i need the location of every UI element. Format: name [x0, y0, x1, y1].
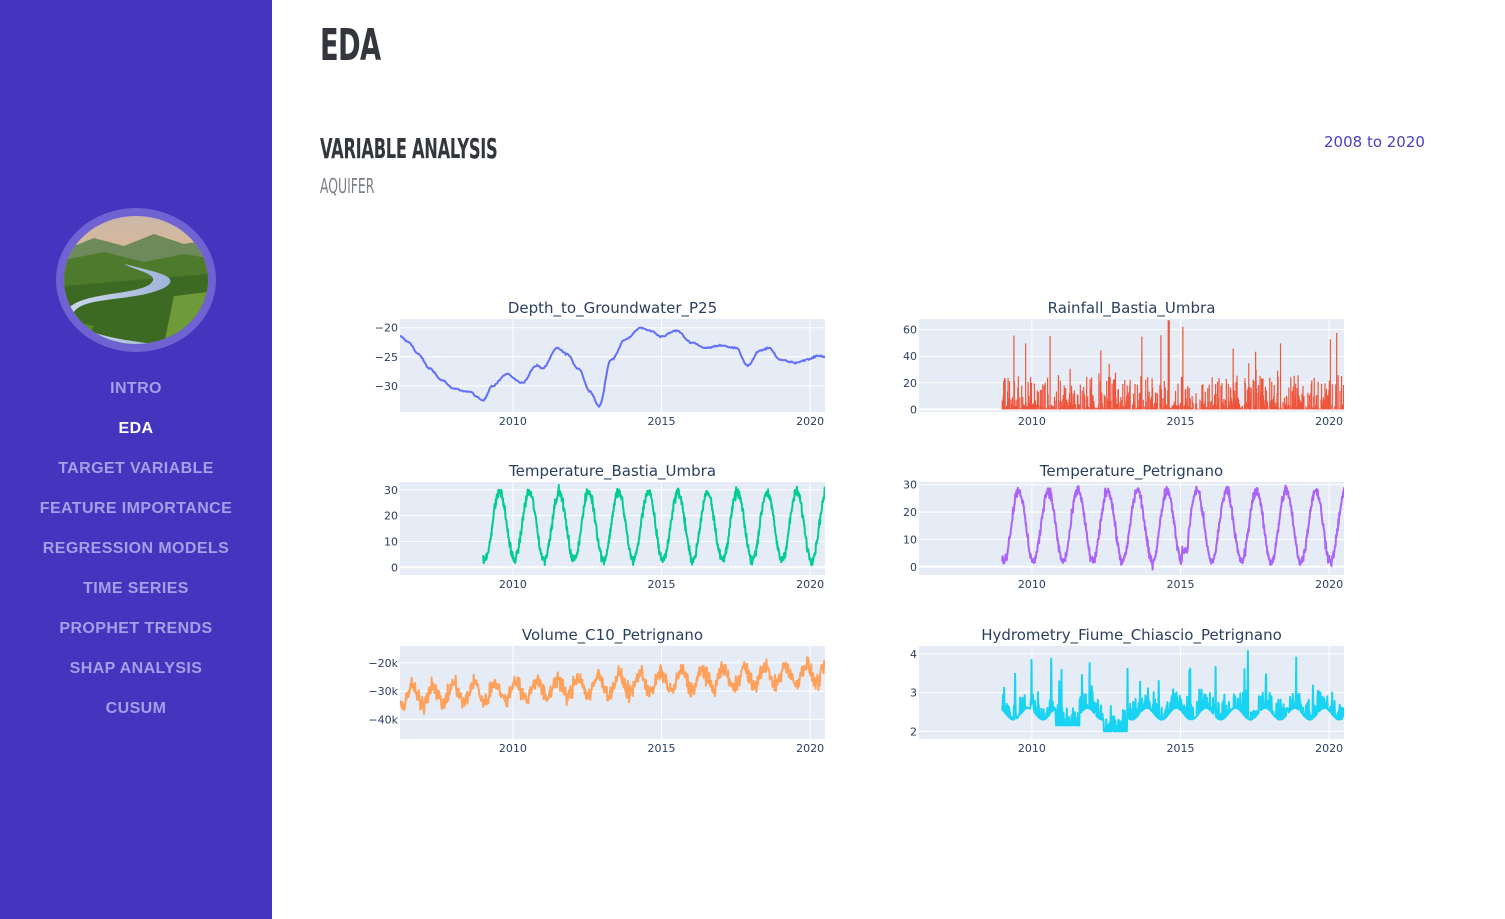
y-tick-label: 30 — [903, 479, 917, 492]
x-tick-label: 2015 — [1167, 578, 1195, 591]
plot-area — [400, 319, 825, 412]
x-tick-label: 2015 — [648, 415, 676, 428]
y-tick-label: −20 — [375, 322, 398, 335]
y-tick-label: 3 — [910, 687, 917, 700]
plot-area — [919, 482, 1344, 575]
y-tick-label: −25 — [375, 351, 398, 364]
chart-title: Depth_to_Groundwater_P25 — [508, 299, 717, 318]
y-tick-label: −30k — [368, 685, 398, 698]
x-tick-label: 2015 — [1167, 742, 1195, 755]
y-tick-label: 4 — [910, 648, 917, 661]
y-tick-label: 40 — [903, 350, 917, 363]
x-tick-label: 2020 — [796, 415, 824, 428]
x-tick-label: 2020 — [796, 742, 824, 755]
y-tick-label: 30 — [384, 484, 398, 497]
x-tick-label: 2020 — [1315, 742, 1343, 755]
y-tick-label: 20 — [903, 377, 917, 390]
eda-charts: 2010 2015 2020−20−25−30Depth_to_Groundwate… — [368, 299, 1344, 755]
plot-area — [400, 482, 825, 575]
chart-title: Hydrometry_Fiume_Chiascio_Petrignano — [981, 626, 1282, 645]
y-tick-label: −40k — [368, 713, 398, 726]
y-tick-label: 0 — [391, 561, 398, 574]
y-tick-label: 20 — [903, 506, 917, 519]
x-tick-label: 2010 — [499, 578, 527, 591]
y-tick-label: −20k — [368, 657, 398, 670]
x-tick-label: 2010 — [499, 742, 527, 755]
chart-title: Temperature_Bastia_Umbra — [508, 462, 716, 481]
y-tick-label: 0 — [910, 561, 917, 574]
x-tick-label: 2015 — [648, 742, 676, 755]
chart-title: Temperature_Petrignano — [1039, 462, 1223, 481]
chart-volume-c10-petrignano: 2010 2015 2020 −20k −30k −40k Volume_C10_Petri… — [368, 626, 825, 755]
y-tick-label: 10 — [903, 533, 917, 546]
y-tick-label: 60 — [903, 324, 917, 337]
x-tick-label: 2010 — [499, 415, 527, 428]
chart-hydrometry-fiume-chiascio-petrignano: 2010 2015 2020 4 3 2 Hydrometry_Fiume_Chiascio… — [910, 626, 1344, 755]
chart-depth-to-groundwater-p25: 2010 2015 2020 −20 −25 −30 Depth_to_Groundwate… — [375, 299, 825, 428]
chart-title: Rainfall_Bastia_Umbra — [1048, 299, 1216, 318]
x-tick-label: 2020 — [1315, 415, 1343, 428]
x-tick-label: 2015 — [1167, 415, 1195, 428]
chart-title: Volume_C10_Petrignano — [522, 626, 703, 645]
x-tick-label: 2020 — [796, 578, 824, 591]
x-tick-label: 2010 — [1018, 742, 1046, 755]
y-tick-label: 20 — [384, 510, 398, 523]
chart-rainfall-bastia-umbra: 2010 2015 2020 60 40 20 0 Rainfall_Bastia_Umbra — [903, 299, 1344, 428]
y-tick-label: 10 — [384, 535, 398, 548]
chart-temperature-petrignano: 2010 2015 20203020100Temperature_Petrignan… — [903, 462, 1344, 591]
y-tick-label: −30 — [375, 380, 398, 393]
x-tick-label: 2010 — [1018, 415, 1046, 428]
x-tick-label: 2015 — [648, 578, 676, 591]
y-tick-label: 0 — [910, 403, 917, 416]
x-tick-label: 2010 — [1018, 578, 1046, 591]
x-tick-label: 2020 — [1315, 578, 1343, 591]
chart-temperature-bastia-umbra: 2010 2015 20203020100Temperature_Bastia_Um… — [384, 462, 825, 591]
y-tick-label: 2 — [910, 725, 917, 738]
